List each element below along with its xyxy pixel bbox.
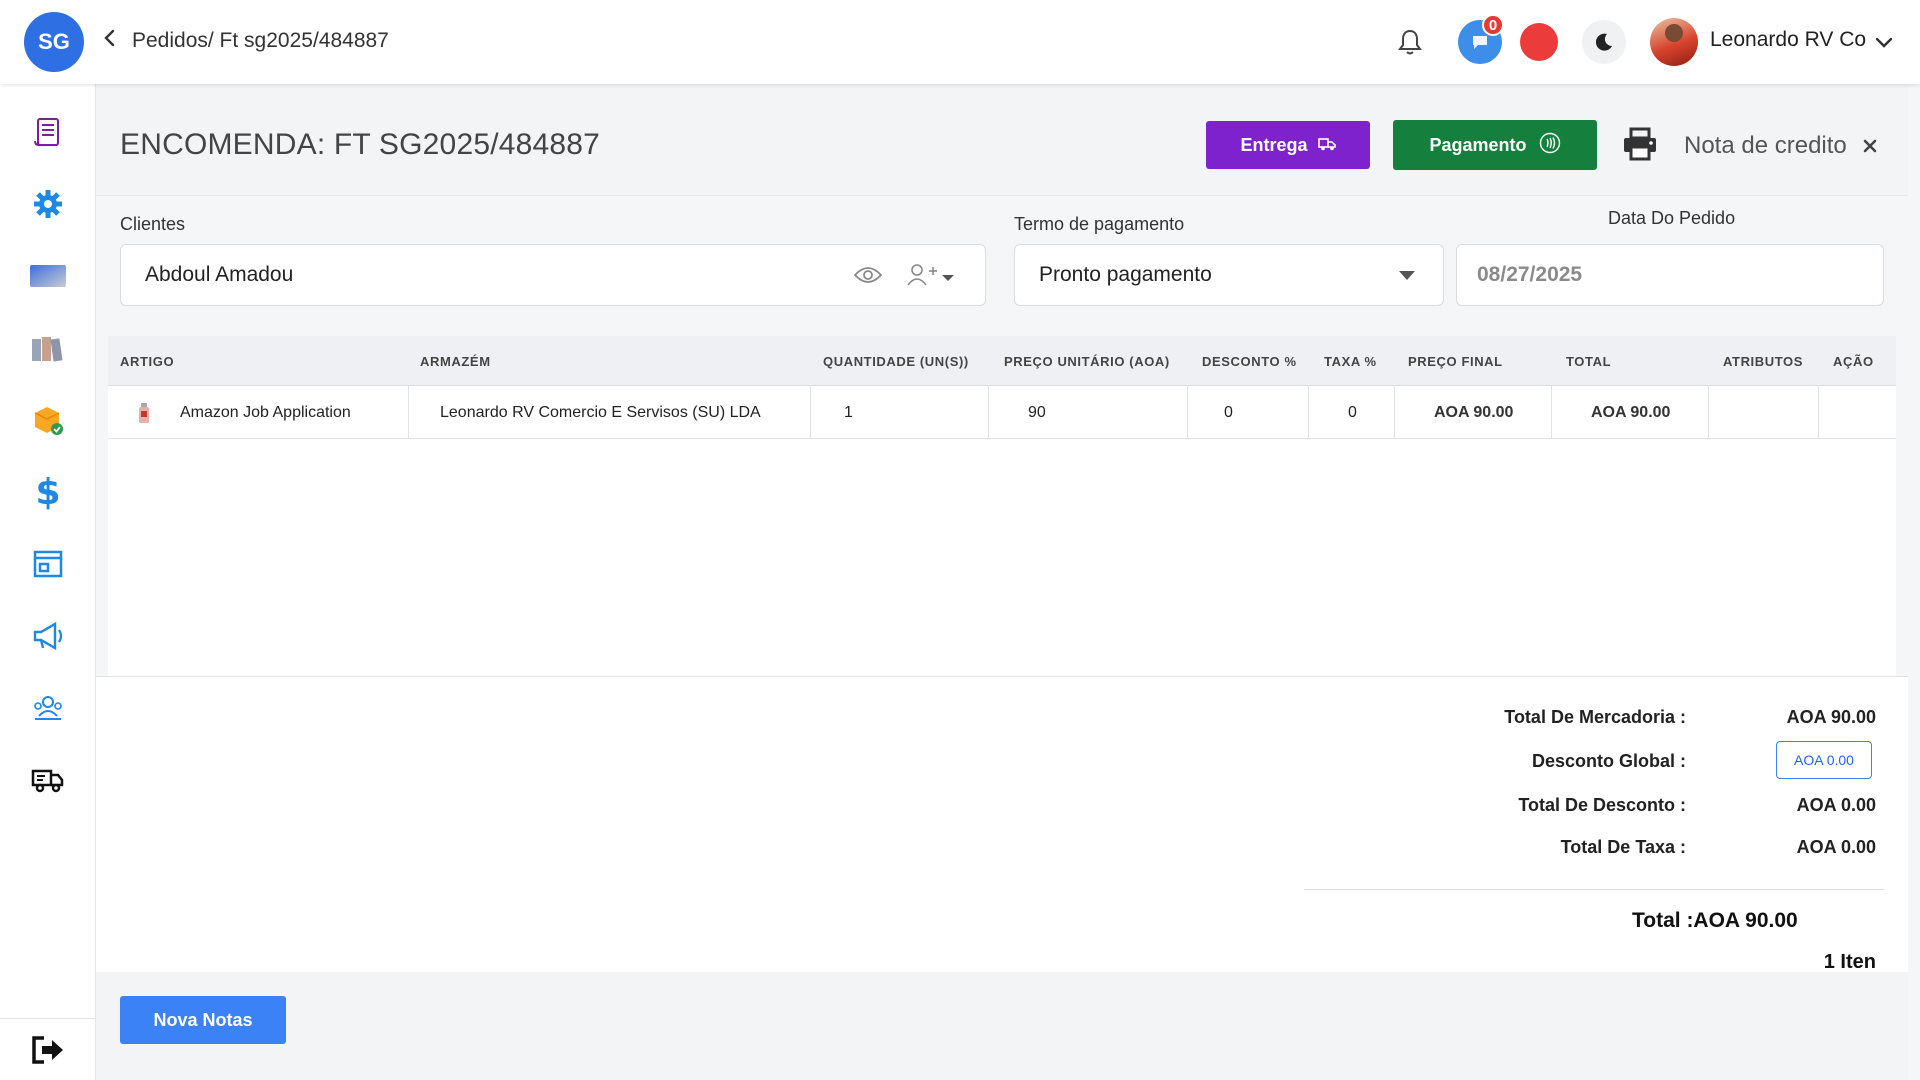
dollar-icon[interactable]: $ [28,472,68,513]
th-atributos: ATRIBUTOS [1723,354,1804,369]
logout-icon[interactable] [28,1030,68,1070]
items-table: ARTIGO ARMAZÉM QUANTIDADE (UN(S)) PREÇO … [108,336,1896,676]
col-divider [810,386,811,439]
client-value: Abdoul Amadou [145,263,294,286]
table-row[interactable]: Amazon Job Application Leonardo RV Comer… [108,386,1896,439]
cell-preco-unitario[interactable]: 90 [1028,404,1046,422]
top-bar: SG Pedidos/ Ft sg2025/484887 0 Leonardo … [0,0,1920,84]
table-header: ARTIGO ARMAZÉM QUANTIDADE (UN(S)) PREÇO … [108,336,1896,386]
user-name[interactable]: Leonardo RV Co [1710,28,1866,52]
items-count: 1 Iten [1823,951,1876,973]
delivery-button[interactable]: Entrega [1206,121,1370,169]
th-artigo: ARTIGO [120,354,175,369]
truck-small-icon [1317,135,1336,156]
cell-total: AOA 90.00 [1591,404,1671,421]
tax-total-label: Total De Taxa : [1560,837,1686,857]
add-user-icon[interactable] [907,263,957,293]
order-summary: Total De Mercadoria : AOA 90.00 Desconto… [96,676,1908,973]
col-divider [1308,386,1309,439]
th-desconto: DESCONTO % [1202,354,1297,369]
payment-term-select[interactable]: Pronto pagamento [1014,244,1444,306]
order-header: ENCOMENDA: FT SG2025/484887 Entrega Paga… [96,84,1908,196]
credit-note-button[interactable]: Nota de credito [1684,132,1877,160]
col-divider [1551,386,1552,439]
new-notes-label: Nova Notas [153,1009,253,1030]
term-label: Termo de pagamento [1014,214,1185,234]
close-icon[interactable] [1863,132,1877,160]
scroll-icon[interactable] [28,112,68,152]
global-discount-input[interactable]: AOA 0.00 [1776,741,1872,779]
sidebar-divider [0,1018,96,1019]
tax-total-value: AOA 0.00 [1796,837,1876,857]
cell-quantidade[interactable]: 1 [844,404,853,422]
grand-total: Total :AOA 90.00 [1632,909,1798,932]
avatar[interactable] [1650,18,1698,66]
th-acao: AÇÃO [1833,354,1874,369]
credit-note-label: Nota de credito [1684,132,1847,159]
chat-badge: 0 [1482,14,1504,36]
breadcrumb: Pedidos/ Ft sg2025/484887 [100,28,389,54]
col-divider [988,386,989,439]
notes-area: Nova Notas [96,972,1908,1080]
team-icon[interactable] [28,688,68,728]
col-divider [1187,386,1188,439]
cell-artigo: Amazon Job Application [180,404,351,421]
caret-down-icon [1399,271,1415,280]
th-preco-unitario: PREÇO UNITÁRIO (AOA) [1004,354,1170,369]
bell-icon[interactable] [1388,20,1432,64]
page-title: ENCOMENDA: FT SG2025/484887 [120,128,601,161]
date-label: Data Do Pedido [1608,208,1736,228]
col-divider [1708,386,1709,439]
global-discount-value: AOA 0.00 [1794,752,1854,768]
payment-button-label: Pagamento [1429,134,1527,155]
col-divider [1394,386,1395,439]
cell-desconto[interactable]: 0 [1224,404,1233,422]
th-taxa: TAXA % [1324,354,1377,369]
discount-total-value: AOA 0.00 [1796,795,1876,815]
merch-total-value: AOA 90.00 [1786,707,1876,727]
chevron-down-icon[interactable] [1874,32,1894,52]
moon-icon[interactable] [1582,20,1626,64]
order-date-value: 08/27/2025 [1477,263,1583,286]
status-dot-icon[interactable] [1520,23,1558,61]
megaphone-icon[interactable] [28,616,68,656]
merch-total-label: Total De Mercadoria : [1504,707,1686,727]
col-divider [1818,386,1819,439]
sidebar: $ [0,84,96,1080]
order-date-field[interactable]: 08/27/2025 [1456,244,1884,306]
contactless-icon [1539,132,1561,159]
cell-preco-final: AOA 90.00 [1434,404,1514,421]
th-quantidade: QUANTIDADE (UN(S)) [823,354,969,369]
main-content: ENCOMENDA: FT SG2025/484887 Entrega Paga… [96,84,1908,1080]
payment-term-value: Pronto pagamento [1039,263,1212,286]
chat-icon[interactable]: 0 [1458,14,1504,64]
gear-icon[interactable] [28,184,68,224]
breadcrumb-text[interactable]: Pedidos/ Ft sg2025/484887 [132,29,389,53]
payment-button[interactable]: Pagamento [1393,120,1597,170]
truck-icon[interactable] [28,760,68,800]
global-discount-label: Desconto Global : [1531,751,1686,771]
summary-divider [1304,889,1884,890]
eye-icon[interactable] [853,265,883,291]
app-logo[interactable]: SG [24,12,84,72]
print-icon[interactable] [1622,126,1658,162]
discount-total-label: Total De Desconto : [1518,795,1686,815]
th-armazem: ARMAZÉM [420,354,491,369]
back-icon[interactable] [100,28,120,54]
box-check-icon[interactable] [28,400,68,440]
client-label: Clientes [120,214,186,234]
books-icon[interactable] [28,328,68,368]
col-divider [408,386,409,439]
delivery-button-label: Entrega [1240,134,1308,155]
cell-armazem: Leonardo RV Comercio E Servisos (SU) LDA [440,404,761,421]
product-icon [138,402,150,429]
cell-taxa[interactable]: 0 [1348,404,1357,422]
new-notes-button[interactable]: Nova Notas [120,996,286,1044]
card-icon[interactable] [28,256,68,296]
th-preco-final: PREÇO FINAL [1408,354,1503,369]
store-icon[interactable] [28,544,68,584]
th-total: TOTAL [1566,354,1612,369]
order-form: Clientes Termo de pagamento Data Do Pedi… [96,196,1908,324]
client-field[interactable]: Abdoul Amadou [120,244,986,306]
